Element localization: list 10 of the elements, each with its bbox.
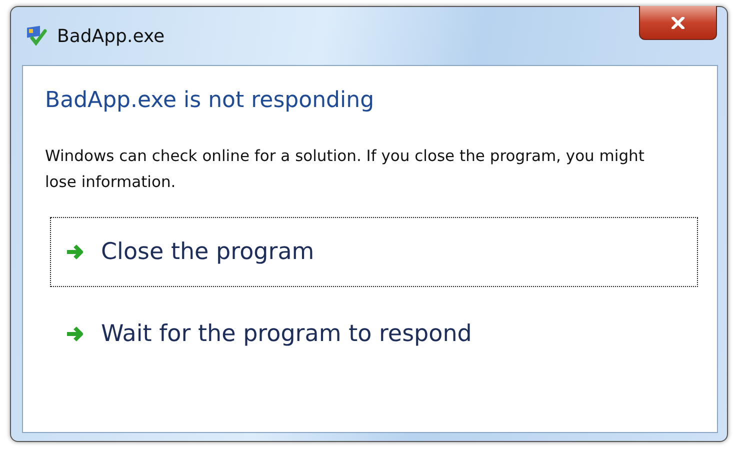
dialog-heading: BadApp.exe is not responding — [45, 88, 376, 113]
window-title: BadApp.exe — [57, 26, 165, 46]
app-icon — [25, 25, 47, 47]
close-icon — [671, 16, 685, 28]
close-button[interactable] — [639, 6, 717, 40]
message-text: Windows can check online for a solution. If you close the program, you might lose information. — [45, 146, 646, 193]
arrow-icon — [65, 243, 85, 261]
command-link[interactable]: Close the program — [50, 217, 698, 287]
command-link[interactable]: Wait for the program to respond — [50, 299, 698, 369]
arrow-icon — [65, 325, 85, 343]
